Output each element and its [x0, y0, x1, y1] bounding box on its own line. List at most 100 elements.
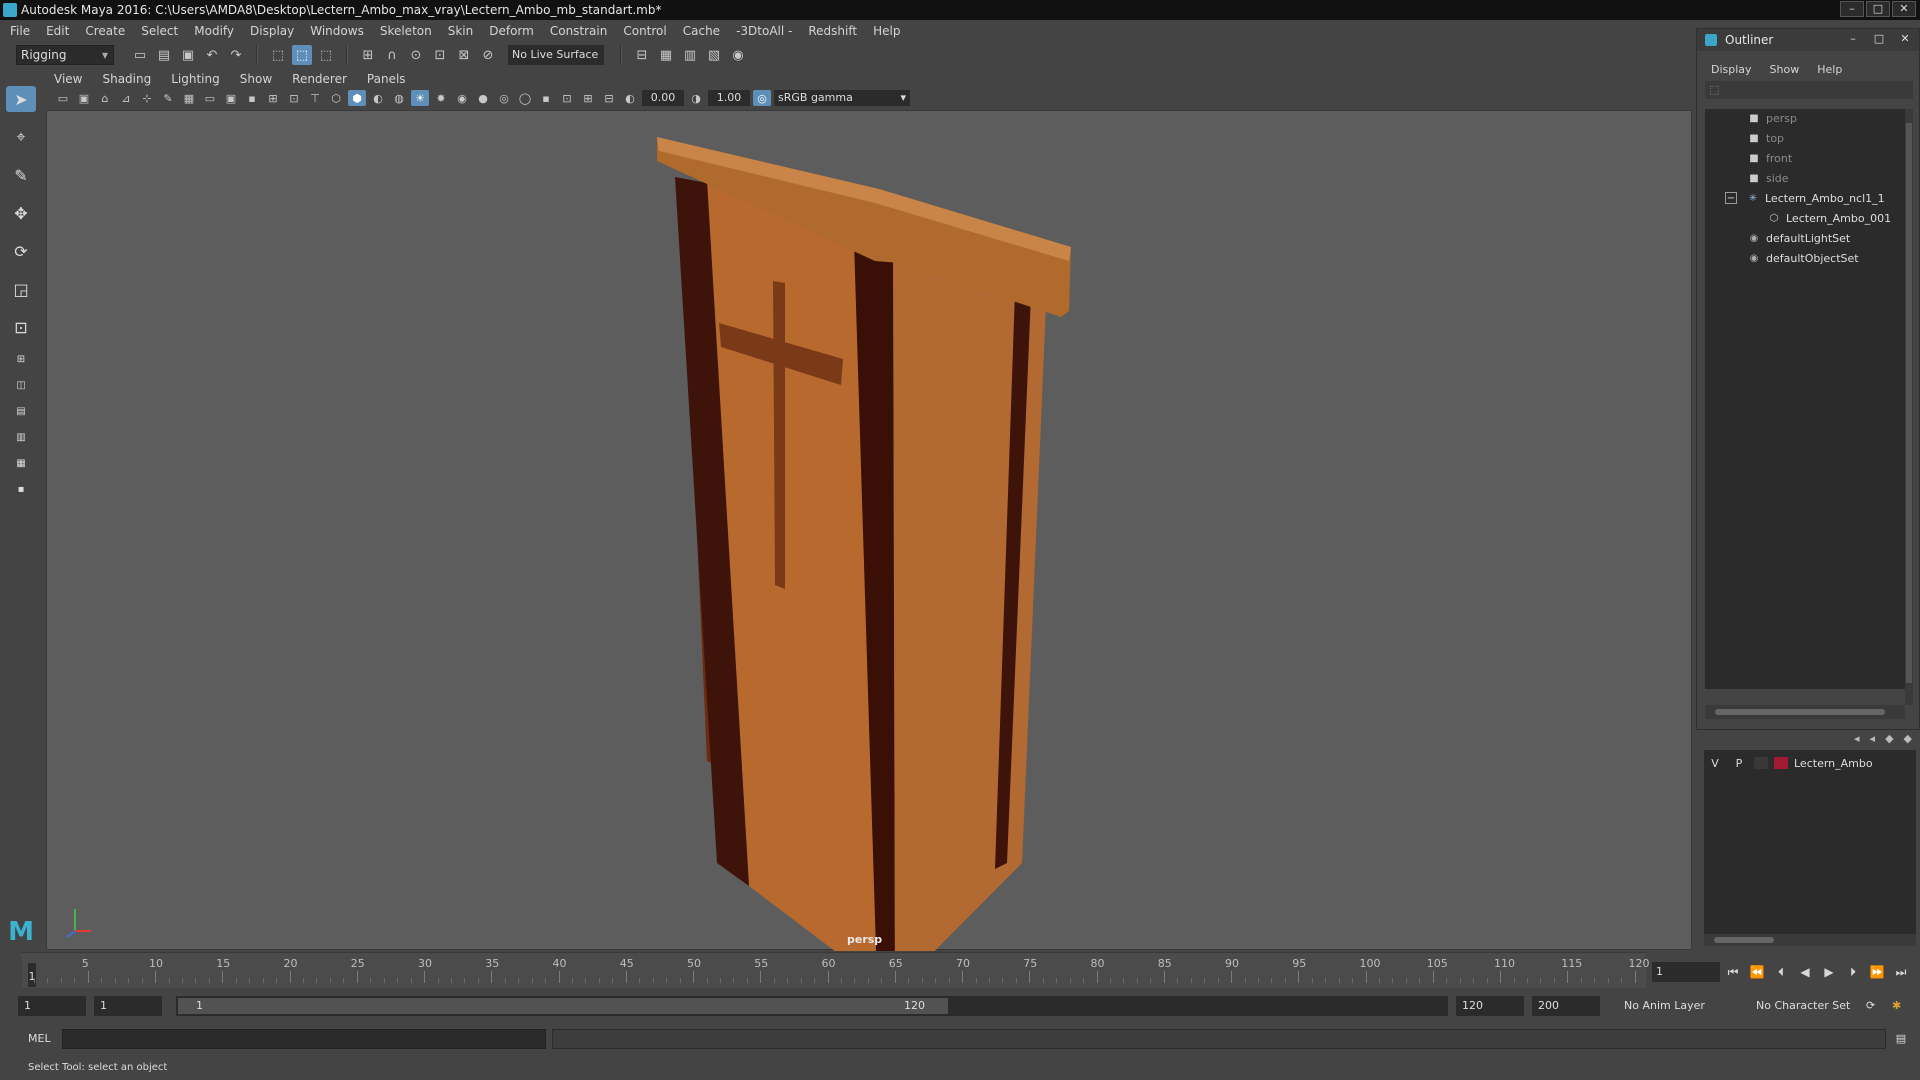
auto-key-icon[interactable]: ⟳: [1860, 996, 1880, 1016]
move-tool-icon[interactable]: ✥: [6, 200, 36, 226]
save-scene-icon[interactable]: ▣: [178, 45, 198, 65]
use-all-lights-icon[interactable]: ☀: [411, 90, 429, 106]
panel-menu-view[interactable]: View: [54, 72, 82, 86]
outliner-menu-help[interactable]: Help: [1817, 63, 1842, 76]
menu-select[interactable]: Select: [141, 24, 178, 38]
layout-graph-icon[interactable]: ▥: [6, 430, 36, 444]
current-frame-field[interactable]: 1: [1652, 962, 1720, 982]
snap-curve-icon[interactable]: ∩: [382, 45, 402, 65]
animation-end-field[interactable]: 200: [1532, 996, 1600, 1016]
redo-icon[interactable]: ↷: [226, 45, 246, 65]
grease-pencil-icon[interactable]: ✎: [159, 90, 177, 106]
panel-menu-renderer[interactable]: Renderer: [292, 72, 347, 86]
mel-input[interactable]: [62, 1029, 546, 1049]
ipr-render-icon[interactable]: ▧: [704, 45, 724, 65]
render-settings-icon[interactable]: ⊟: [632, 45, 652, 65]
script-editor-icon[interactable]: ▤: [1892, 1031, 1910, 1047]
menu-edit[interactable]: Edit: [46, 24, 69, 38]
menu-file[interactable]: File: [10, 24, 30, 38]
playhead[interactable]: 1: [28, 963, 36, 987]
menu-windows[interactable]: Windows: [310, 24, 364, 38]
camera-attributes-icon[interactable]: ▣: [75, 90, 93, 106]
color-management-icon[interactable]: ◎: [753, 90, 771, 106]
snap-view-icon[interactable]: ⊡: [430, 45, 450, 65]
outliner-item-object-set[interactable]: ◉ defaultObjectSet: [1747, 249, 1859, 267]
go-to-end-icon[interactable]: ⏭: [1892, 962, 1910, 982]
safe-action-icon[interactable]: ⊡: [285, 90, 303, 106]
command-language-label[interactable]: MEL: [28, 1032, 51, 1045]
layer-visibility-toggle[interactable]: V: [1708, 757, 1722, 770]
new-layer-selected-icon[interactable]: ◆: [1904, 732, 1912, 745]
menu-display[interactable]: Display: [250, 24, 294, 38]
play-backward-icon[interactable]: ◀: [1796, 962, 1814, 982]
menu-3dtoall[interactable]: -3DtoAll -: [736, 24, 792, 38]
panel-menu-show[interactable]: Show: [240, 72, 272, 86]
layout-two-icon[interactable]: ◫: [6, 378, 36, 392]
exposure-icon[interactable]: ◐: [621, 90, 639, 106]
new-scene-icon[interactable]: ▭: [130, 45, 150, 65]
xray-components-icon[interactable]: ⊟: [600, 90, 618, 106]
gamma-icon[interactable]: ◑: [687, 90, 705, 106]
move-layer-down-icon[interactable]: ◂: [1870, 732, 1876, 745]
panel-menu-shading[interactable]: Shading: [102, 72, 151, 86]
range-slider-thumb[interactable]: [178, 998, 948, 1014]
film-gate-icon[interactable]: ▭: [201, 90, 219, 106]
safe-title-icon[interactable]: ⊤: [306, 90, 324, 106]
layer-display-type[interactable]: [1754, 757, 1768, 769]
bookmark-icon[interactable]: ⌂: [96, 90, 114, 106]
close-button[interactable]: ✕: [1892, 1, 1916, 17]
scroll-thumb[interactable]: [1906, 123, 1912, 683]
wireframe-on-shaded-icon[interactable]: ◐: [369, 90, 387, 106]
gate-mask-icon[interactable]: ▪: [243, 90, 261, 106]
outliner-item-persp[interactable]: ■ persp: [1747, 109, 1797, 127]
scroll-thumb[interactable]: [1714, 937, 1774, 943]
new-layer-icon[interactable]: ◆: [1885, 732, 1893, 745]
lasso-tool-icon[interactable]: ⌖: [6, 124, 36, 150]
minimize-button[interactable]: –: [1840, 1, 1864, 17]
anti-aliasing-icon[interactable]: ◎: [495, 90, 513, 106]
outliner-item-top[interactable]: ■ top: [1747, 129, 1784, 147]
outliner-close-button[interactable]: ✕: [1895, 32, 1915, 46]
textured-icon[interactable]: ◍: [390, 90, 408, 106]
shadows-icon[interactable]: ✸: [432, 90, 450, 106]
menu-constrain[interactable]: Constrain: [550, 24, 608, 38]
open-scene-icon[interactable]: ▤: [154, 45, 174, 65]
playback-start-field[interactable]: 1: [94, 996, 162, 1016]
menu-help[interactable]: Help: [873, 24, 900, 38]
viewport-persp[interactable]: persp: [46, 110, 1692, 951]
animation-start-field[interactable]: 1: [18, 996, 86, 1016]
depth-of-field-icon[interactable]: ◯: [516, 90, 534, 106]
menu-redshift[interactable]: Redshift: [808, 24, 857, 38]
smooth-shade-icon[interactable]: ⬢: [348, 90, 366, 106]
menu-cache[interactable]: Cache: [683, 24, 720, 38]
menu-skin[interactable]: Skin: [448, 24, 474, 38]
step-forward-frame-icon[interactable]: ⏵: [1844, 962, 1862, 982]
2d-pan-zoom-icon[interactable]: ⊹: [138, 90, 156, 106]
snap-surface-icon[interactable]: ⊠: [454, 45, 474, 65]
render-current-icon[interactable]: ▥: [680, 45, 700, 65]
gamma-field[interactable]: 1.00: [708, 90, 750, 106]
outliner-item-front[interactable]: ■ front: [1747, 149, 1792, 167]
layout-custom-icon[interactable]: ▪: [6, 482, 36, 496]
anim-layer-dropdown[interactable]: No Anim Layer: [1618, 996, 1736, 1016]
range-slider[interactable]: 1 120: [176, 996, 1448, 1016]
maximize-button[interactable]: □: [1866, 1, 1890, 17]
resolution-gate-icon[interactable]: ▣: [222, 90, 240, 106]
select-object-icon[interactable]: ⬚: [292, 45, 312, 65]
layer-horizontal-scrollbar[interactable]: [1704, 934, 1916, 946]
preferences-icon[interactable]: ✱: [1886, 996, 1906, 1016]
play-forward-icon[interactable]: ▶: [1820, 962, 1838, 982]
outliner-vertical-scrollbar[interactable]: [1905, 109, 1913, 705]
menu-control[interactable]: Control: [623, 24, 666, 38]
show-manipulator-icon[interactable]: ⊡: [6, 314, 36, 340]
scale-tool-icon[interactable]: ◲: [6, 276, 36, 302]
outliner-menu-display[interactable]: Display: [1711, 63, 1752, 76]
wireframe-icon[interactable]: ⬡: [327, 90, 345, 106]
go-to-start-icon[interactable]: ⏮: [1724, 962, 1742, 982]
undo-icon[interactable]: ↶: [202, 45, 222, 65]
panel-menu-panels[interactable]: Panels: [367, 72, 406, 86]
outliner-search-field[interactable]: ⬚: [1705, 81, 1913, 99]
field-chart-icon[interactable]: ⊞: [264, 90, 282, 106]
snap-point-icon[interactable]: ⊙: [406, 45, 426, 65]
motion-blur-icon[interactable]: ●: [474, 90, 492, 106]
